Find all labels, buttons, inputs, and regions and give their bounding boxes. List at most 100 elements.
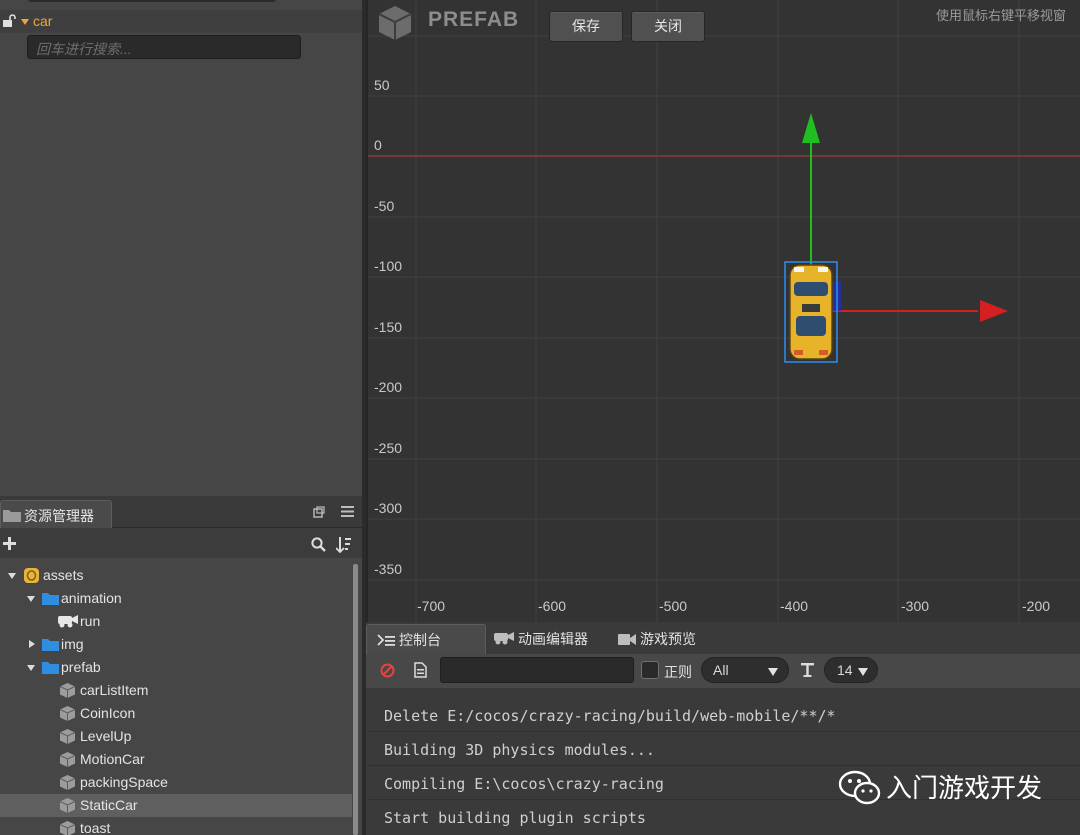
prefab-icon [59,729,76,744]
regex-label: 正则 [664,664,692,680]
x-tick-label: -400 [780,598,809,614]
save-button[interactable]: 保存 [549,11,623,42]
font-size-select[interactable]: 14 [824,657,878,683]
prefab-icon [59,775,76,790]
regex-checkbox[interactable] [641,661,659,679]
tab-animation-editor[interactable]: 动画编辑器 [492,624,604,654]
wechat-icon [838,770,881,805]
expand-arrow-icon[interactable] [29,640,35,648]
console-icon [377,634,395,646]
assets-panel-title: 资源管理器 [24,508,94,524]
tree-row-carlistitem[interactable]: carListItem [0,679,352,702]
tree-row-img[interactable]: img [0,633,352,656]
dropdown-arrow-icon [768,668,778,676]
tab-game-preview[interactable]: 游戏预览 [614,624,714,654]
y-tick-label: -50 [374,198,395,214]
popout-icon[interactable] [313,506,325,518]
assets-panel-header: 资源管理器 [0,496,362,528]
tab-label: 动画编辑器 [518,631,588,647]
search-icon[interactable] [311,537,326,552]
dropdown-arrow-icon [858,668,868,676]
assets-search-input[interactable]: 回车进行搜索... [27,35,301,59]
tab-label: 控制台 [399,632,441,648]
y-tick-label: -350 [374,561,403,577]
console-filter-input[interactable] [440,657,634,683]
log-level-select[interactable]: All [701,657,789,683]
tree-label: MotionCar [80,751,145,767]
tree-row-staticcar[interactable]: StaticCar [0,794,352,817]
expand-arrow-icon[interactable] [21,19,29,25]
tree-row-assets[interactable]: assets [0,564,352,587]
tree-row-run[interactable]: run [0,610,352,633]
tree-row-prefab[interactable]: prefab [0,656,352,679]
folder-icon [42,639,59,651]
taxi-car-sprite[interactable] [784,260,838,364]
tree-row-coinicon[interactable]: CoinIcon [0,702,352,725]
menu-icon[interactable] [341,506,354,517]
font-size-icon [801,663,814,677]
add-asset-icon[interactable] [3,537,16,550]
y-tick-label: -250 [374,440,403,456]
assets-search-placeholder: 回车进行搜索... [36,41,132,57]
prefab-icon [59,752,76,767]
tree-label: carListItem [80,682,149,698]
hierarchy-scroll-bar[interactable] [28,0,276,2]
font-size-value: 14 [837,662,853,678]
log-line: Building 3D physics modules... [368,733,1080,766]
open-log-file-icon[interactable] [414,662,427,678]
tree-label: LevelUp [80,728,132,744]
animation-editor-icon [494,632,514,645]
folder-icon [3,510,21,522]
x-tick-label: -700 [417,598,446,614]
folder-icon [42,662,59,674]
tree-row-levelup[interactable]: LevelUp [0,725,352,748]
assets-scrollbar[interactable] [353,564,358,835]
tree-row-toast[interactable]: toast [0,817,352,835]
assets-db-icon [24,568,39,583]
camera-icon [618,634,636,645]
tree-label: toast [80,820,111,835]
y-tick-label: -100 [374,258,403,274]
log-level-value: All [713,662,729,678]
collapse-arrow-icon[interactable] [8,573,16,579]
tree-row-animation[interactable]: animation [0,587,352,610]
tree-label: CoinIcon [80,705,136,721]
x-tick-label: -300 [901,598,930,614]
clear-console-icon[interactable] [380,663,395,678]
prefab-icon [59,706,76,721]
y-tick-label: -300 [374,500,403,516]
assets-search-row [0,528,362,558]
collapse-arrow-icon[interactable] [27,596,35,602]
tree-row-motioncar[interactable]: MotionCar [0,748,352,771]
y-tick-label: 0 [374,137,382,153]
close-button[interactable]: 关闭 [631,11,705,42]
animation-clip-icon [58,615,78,628]
tree-label: run [80,613,101,629]
folder-icon [42,593,59,605]
log-line: Delete E:/cocos/crazy-racing/build/web-m… [368,699,1080,732]
tree-label: packingSpace [80,774,168,790]
tree-label: assets [43,567,84,583]
tree-row-packingspace[interactable]: packingSpace [0,771,352,794]
tab-console[interactable]: 控制台 [366,624,486,655]
collapse-arrow-icon[interactable] [27,665,35,671]
tab-assets[interactable]: 资源管理器 [0,500,112,528]
unlock-icon[interactable] [2,14,16,28]
prefab-icon [59,683,76,698]
prefab-cube-icon [378,6,412,40]
tree-label: prefab [61,659,101,675]
scene-view[interactable] [366,0,1080,622]
x-tick-label: -200 [1022,598,1051,614]
y-tick-label: -150 [374,319,403,335]
watermark-text: 入门游戏开发 [886,773,1043,803]
prefab-icon [59,821,76,835]
tree-node-car[interactable] [0,10,362,33]
tree-label: animation [61,590,122,606]
x-tick-label: -500 [659,598,688,614]
tree-node-label-car: car [33,13,53,29]
tab-label: 游戏预览 [640,631,696,647]
y-tick-label: -200 [374,379,403,395]
sort-icon[interactable] [336,536,352,553]
prefab-mode-title: PREFAB [428,8,520,31]
tree-label: StaticCar [80,797,138,813]
